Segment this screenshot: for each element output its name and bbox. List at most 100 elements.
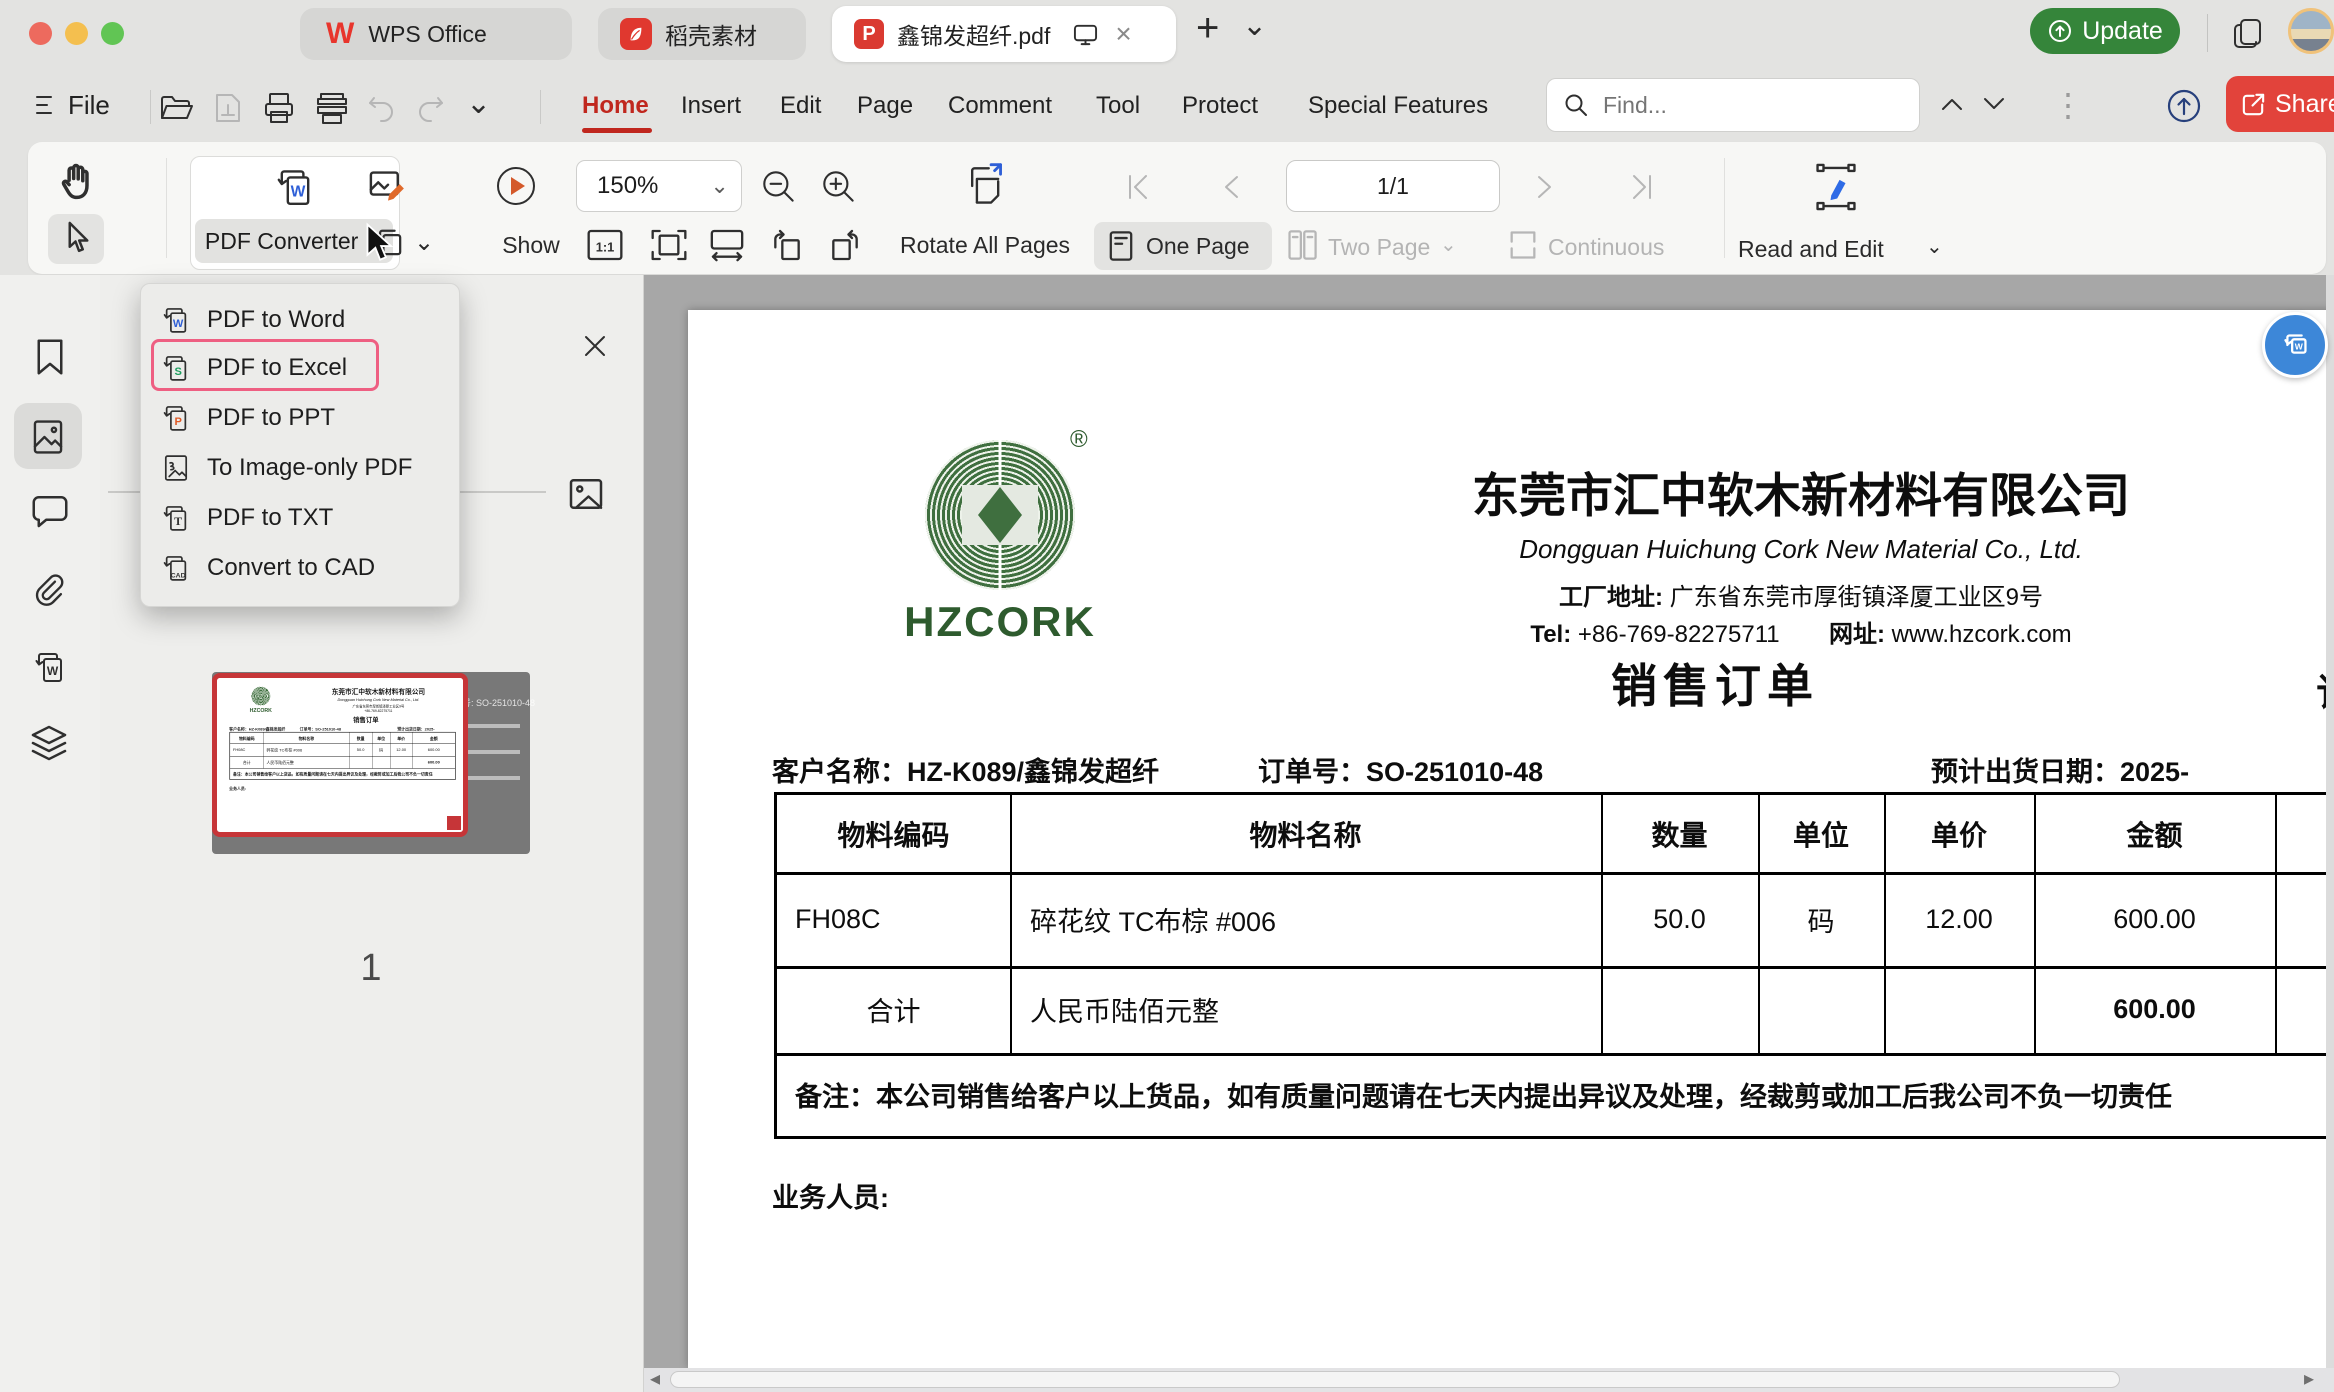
zoom-in-icon[interactable] bbox=[818, 166, 860, 208]
horizontal-scrollbar[interactable]: ◂ ▸ bbox=[644, 1368, 2334, 1392]
rotate-right-icon[interactable] bbox=[824, 226, 866, 264]
next-page-icon[interactable] bbox=[1534, 174, 1556, 200]
monitor-icon[interactable] bbox=[1072, 22, 1099, 47]
menu-item-image-only-pdf[interactable]: To Image-only PDF bbox=[141, 442, 459, 493]
select-tool-button[interactable] bbox=[48, 214, 104, 264]
tab-close-icon[interactable]: × bbox=[1115, 23, 1131, 45]
two-page-icon[interactable] bbox=[1286, 228, 1318, 262]
show-play-icon[interactable] bbox=[494, 164, 538, 208]
read-edit-icon[interactable] bbox=[1812, 162, 1860, 212]
bookmark-icon[interactable] bbox=[31, 337, 69, 377]
scrollbar-thumb[interactable] bbox=[670, 1371, 2120, 1388]
find-box[interactable] bbox=[1546, 78, 1920, 132]
traffic-light-minimize[interactable] bbox=[65, 22, 88, 45]
scroll-right-icon[interactable]: ▸ bbox=[2304, 1366, 2314, 1391]
hand-tool-icon[interactable] bbox=[56, 160, 98, 204]
redo-icon[interactable] bbox=[416, 94, 446, 122]
save-icon[interactable] bbox=[212, 91, 244, 125]
attachment-icon[interactable] bbox=[30, 571, 68, 609]
more-options-kebab-icon[interactable]: ⋮ bbox=[2052, 86, 2084, 124]
menu-item-label: PDF to PPT bbox=[207, 404, 335, 432]
last-page-icon[interactable] bbox=[1628, 172, 1656, 202]
panel-close-icon[interactable] bbox=[582, 333, 608, 359]
avatar[interactable] bbox=[2288, 8, 2334, 54]
upload-icon[interactable] bbox=[2164, 86, 2204, 126]
menu-item-pdf-to-word[interactable]: W PDF to Word bbox=[141, 294, 459, 345]
zoom-out-icon[interactable] bbox=[758, 166, 800, 208]
scroll-left-icon[interactable]: ◂ bbox=[650, 1366, 660, 1391]
menu-page[interactable]: Page bbox=[857, 92, 913, 120]
convert-panel-icon[interactable]: W bbox=[30, 647, 70, 687]
menu-tool[interactable]: Tool bbox=[1096, 92, 1140, 120]
find-next-icon[interactable] bbox=[1982, 96, 2006, 112]
tab-docer[interactable]: 稻壳素材 bbox=[598, 8, 806, 60]
zoom-select[interactable]: 150% ⌄ bbox=[576, 160, 742, 212]
find-input[interactable] bbox=[1601, 91, 1865, 120]
company-name-cn: 东莞市汇中软木新材料有限公司 bbox=[1401, 457, 2201, 526]
show-label[interactable]: Show bbox=[486, 232, 576, 259]
continuous-label[interactable]: Continuous bbox=[1548, 234, 1664, 261]
menu-item-convert-to-cad[interactable]: CAD Convert to CAD bbox=[141, 542, 459, 593]
table-remark: 备注：本公司销售给客户以上货品，如有质量问题请在七天内提出异议及处理，经裁剪或加… bbox=[795, 1053, 2334, 1136]
open-folder-icon[interactable] bbox=[158, 92, 194, 124]
share-button[interactable]: Share bbox=[2226, 76, 2334, 132]
menu-edit[interactable]: Edit bbox=[780, 92, 821, 120]
page-indicator-box[interactable]: 1/1 bbox=[1286, 160, 1500, 212]
print-preview-icon[interactable] bbox=[262, 91, 296, 125]
thumb-faint-line bbox=[464, 724, 520, 728]
quick-access-chevron-icon[interactable]: ⌄ bbox=[466, 86, 491, 121]
read-edit-chevron-icon[interactable]: ⌄ bbox=[1926, 234, 1943, 259]
traffic-light-zoom[interactable] bbox=[101, 22, 124, 45]
copy-page-chevron-icon[interactable]: ⌄ bbox=[414, 228, 434, 257]
rotate-all-pages-label[interactable]: Rotate All Pages bbox=[880, 232, 1090, 259]
thumbnail-selection-box[interactable]: HZCORK 东莞市汇中软木新材料有限公司 Dongguan Huichung … bbox=[212, 673, 468, 837]
document-viewer[interactable]: ® HZCORK 东莞市汇中软木新材料有限公司 Dongguan Huichun… bbox=[644, 275, 2334, 1392]
menu-item-pdf-to-ppt[interactable]: P PDF to PPT bbox=[141, 392, 459, 443]
layers-icon[interactable] bbox=[28, 723, 70, 763]
two-page-label[interactable]: Two Page bbox=[1328, 234, 1430, 261]
menu-special-features[interactable]: Special Features bbox=[1308, 92, 1488, 120]
mouse-cursor bbox=[362, 222, 394, 264]
share-icon bbox=[2240, 91, 2267, 118]
table-header: 单位 bbox=[1758, 795, 1884, 872]
panel-image-icon[interactable] bbox=[566, 475, 606, 513]
comment-panel-icon[interactable] bbox=[30, 493, 70, 529]
two-page-chevron-icon[interactable]: ⌄ bbox=[1440, 232, 1457, 257]
tab-list-chevron-icon[interactable]: ⌄ bbox=[1242, 8, 1267, 43]
traffic-light-close[interactable] bbox=[29, 22, 52, 45]
continuous-icon[interactable] bbox=[1506, 228, 1540, 262]
read-edit-label[interactable]: Read and Edit bbox=[1738, 236, 1884, 263]
selection-handle[interactable] bbox=[447, 816, 461, 830]
new-tab-button[interactable]: + bbox=[1196, 6, 1219, 51]
update-button[interactable]: Update bbox=[2030, 8, 2180, 54]
printer-icon[interactable] bbox=[314, 91, 350, 125]
rotate-all-pages-icon[interactable] bbox=[958, 160, 1010, 212]
menu-protect[interactable]: Protect bbox=[1182, 92, 1258, 120]
fit-page-icon[interactable] bbox=[648, 226, 690, 264]
ship-date: 预计出货日期：2025- bbox=[1931, 750, 2189, 789]
menu-insert[interactable]: Insert bbox=[681, 92, 741, 120]
undo-icon[interactable] bbox=[366, 94, 396, 122]
vertical-scrollbar[interactable] bbox=[2326, 275, 2334, 1368]
prev-page-icon[interactable] bbox=[1220, 174, 1242, 200]
find-prev-icon[interactable] bbox=[1940, 96, 1964, 112]
company-name-en: Dongguan Huichung Cork New Material Co.,… bbox=[1401, 534, 2201, 565]
one-page-button[interactable]: One Page bbox=[1094, 222, 1272, 270]
first-page-icon[interactable] bbox=[1124, 172, 1152, 202]
thumbnail-panel-button[interactable] bbox=[14, 403, 82, 469]
hamburger-icon[interactable] bbox=[34, 94, 60, 116]
float-convert-button[interactable]: W bbox=[2262, 312, 2328, 378]
fit-width-icon[interactable] bbox=[706, 226, 748, 264]
menu-comment[interactable]: Comment bbox=[948, 92, 1052, 120]
tab-active-pdf[interactable]: P 鑫锦发超纤.pdf × bbox=[832, 6, 1176, 62]
rotate-left-icon[interactable] bbox=[766, 226, 808, 264]
image-only-pdf-icon bbox=[159, 451, 193, 485]
menu-item-pdf-to-txt[interactable]: T PDF to TXT bbox=[141, 492, 459, 543]
toolbar-divider bbox=[166, 158, 167, 258]
tab-wps-office[interactable]: W WPS Office bbox=[300, 8, 572, 60]
stacked-windows-icon[interactable] bbox=[2230, 16, 2266, 52]
edit-picture-icon[interactable] bbox=[366, 166, 410, 206]
menu-home[interactable]: Home bbox=[582, 92, 649, 120]
actual-size-icon[interactable]: 1:1 bbox=[584, 226, 626, 264]
file-menu[interactable]: File bbox=[68, 90, 110, 121]
